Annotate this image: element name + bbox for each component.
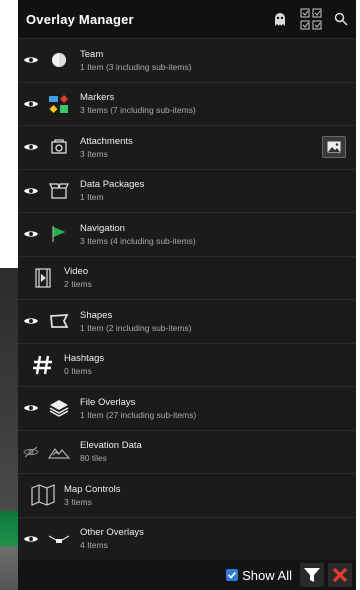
close-button[interactable] (328, 563, 352, 587)
elevation-mountain-icon (44, 445, 74, 459)
folded-map-icon (28, 484, 58, 507)
item-count: 3 Items (80, 148, 108, 159)
overlay-manager-panel: Overlay Manager Team 1 Item (3 including … (18, 0, 356, 590)
camera-icon (44, 139, 74, 155)
overlay-list: Team 1 Item (3 including sub-items) Marke… (18, 39, 356, 561)
item-name: Other Overlays (80, 527, 144, 539)
list-item-team[interactable]: Team 1 Item (3 including sub-items) (18, 39, 356, 83)
page-title: Overlay Manager (26, 11, 134, 27)
item-name: File Overlays (80, 396, 136, 408)
header: Overlay Manager (18, 0, 356, 39)
search-icon[interactable] (334, 12, 348, 26)
visibility-eye-icon[interactable] (18, 55, 44, 65)
list-item-navigation[interactable]: Navigation 3 Items (4 including sub-items… (18, 213, 356, 257)
show-all-checkbox[interactable] (226, 569, 239, 581)
list-item-video[interactable]: Video 2 Items (18, 257, 356, 300)
item-count: 2 Items (64, 279, 92, 290)
list-item-other-overlays[interactable]: Other Overlays 4 Items (18, 518, 356, 561)
package-box-icon (44, 182, 74, 200)
item-name: Attachments (80, 135, 133, 147)
item-count: 1 Item (27 including sub-items) (80, 409, 197, 420)
visibility-eye-icon[interactable] (18, 316, 44, 326)
gallery-button[interactable] (322, 136, 346, 158)
list-item-markers[interactable]: Markers 3 Items (7 including sub-items) (18, 83, 356, 126)
team-icon (44, 52, 74, 68)
flag-icon (44, 225, 74, 243)
shape-polygon-icon (44, 313, 74, 329)
list-item-hashtags[interactable]: Hashtags 0 Items (18, 344, 356, 387)
item-name: Shapes (80, 309, 113, 321)
item-name: Data Packages (80, 179, 145, 191)
markers-icon (44, 94, 74, 114)
visibility-eye-icon[interactable] (18, 229, 44, 239)
item-count: 1 Item (3 including sub-items) (80, 61, 192, 72)
item-count: 3 Items (7 including sub-items) (80, 105, 196, 116)
filter-button[interactable] (300, 563, 324, 587)
film-strip-icon (28, 268, 58, 288)
visibility-eye-icon[interactable] (18, 142, 44, 152)
item-count: 80 tiles (80, 453, 107, 464)
visibility-off-icon[interactable] (18, 446, 44, 458)
item-count: 3 Items (64, 496, 92, 507)
visibility-eye-icon[interactable] (18, 534, 44, 544)
item-name: Markers (80, 92, 115, 104)
item-count: 1 Item (80, 192, 104, 203)
visibility-eye-icon[interactable] (18, 403, 44, 413)
check-icon (227, 571, 237, 579)
list-item-shapes[interactable]: Shapes 1 Item (2 including sub-items) (18, 300, 356, 344)
list-item-map-controls[interactable]: Map Controls 3 Items (18, 474, 356, 518)
other-overlays-icon (44, 533, 74, 545)
item-name: Elevation Data (80, 440, 142, 452)
list-item-attachments[interactable]: Attachments 3 Items (18, 126, 356, 170)
item-count: 3 Items (4 including sub-items) (80, 235, 196, 246)
visibility-eye-icon[interactable] (18, 186, 44, 196)
list-item-file-overlays[interactable]: File Overlays 1 Item (27 including sub-it… (18, 387, 356, 431)
item-name: Team (80, 48, 104, 60)
show-all-label[interactable]: Show All (242, 568, 292, 583)
list-item-elevation-data[interactable]: Elevation Data 80 tiles (18, 431, 356, 474)
layers-icon (44, 399, 74, 418)
ghost-icon[interactable] (272, 11, 288, 27)
item-count: 4 Items (80, 540, 108, 551)
item-name: Video (64, 266, 89, 278)
list-item-data-packages[interactable]: Data Packages 1 Item (18, 170, 356, 213)
image-gallery-icon (327, 141, 341, 153)
item-name: Hashtags (64, 353, 105, 365)
item-name: Navigation (80, 222, 125, 234)
map-background (0, 268, 18, 590)
item-count: 1 Item (2 including sub-items) (80, 322, 192, 333)
item-name: Map Controls (64, 483, 121, 495)
footer-bar: Show All (18, 560, 356, 590)
filter-funnel-icon (304, 568, 320, 582)
item-count: 0 Items (64, 366, 92, 377)
close-icon (332, 567, 348, 583)
multiselect-grid-icon[interactable] (300, 8, 322, 30)
hashtag-icon (28, 354, 58, 376)
visibility-eye-icon[interactable] (18, 99, 44, 109)
